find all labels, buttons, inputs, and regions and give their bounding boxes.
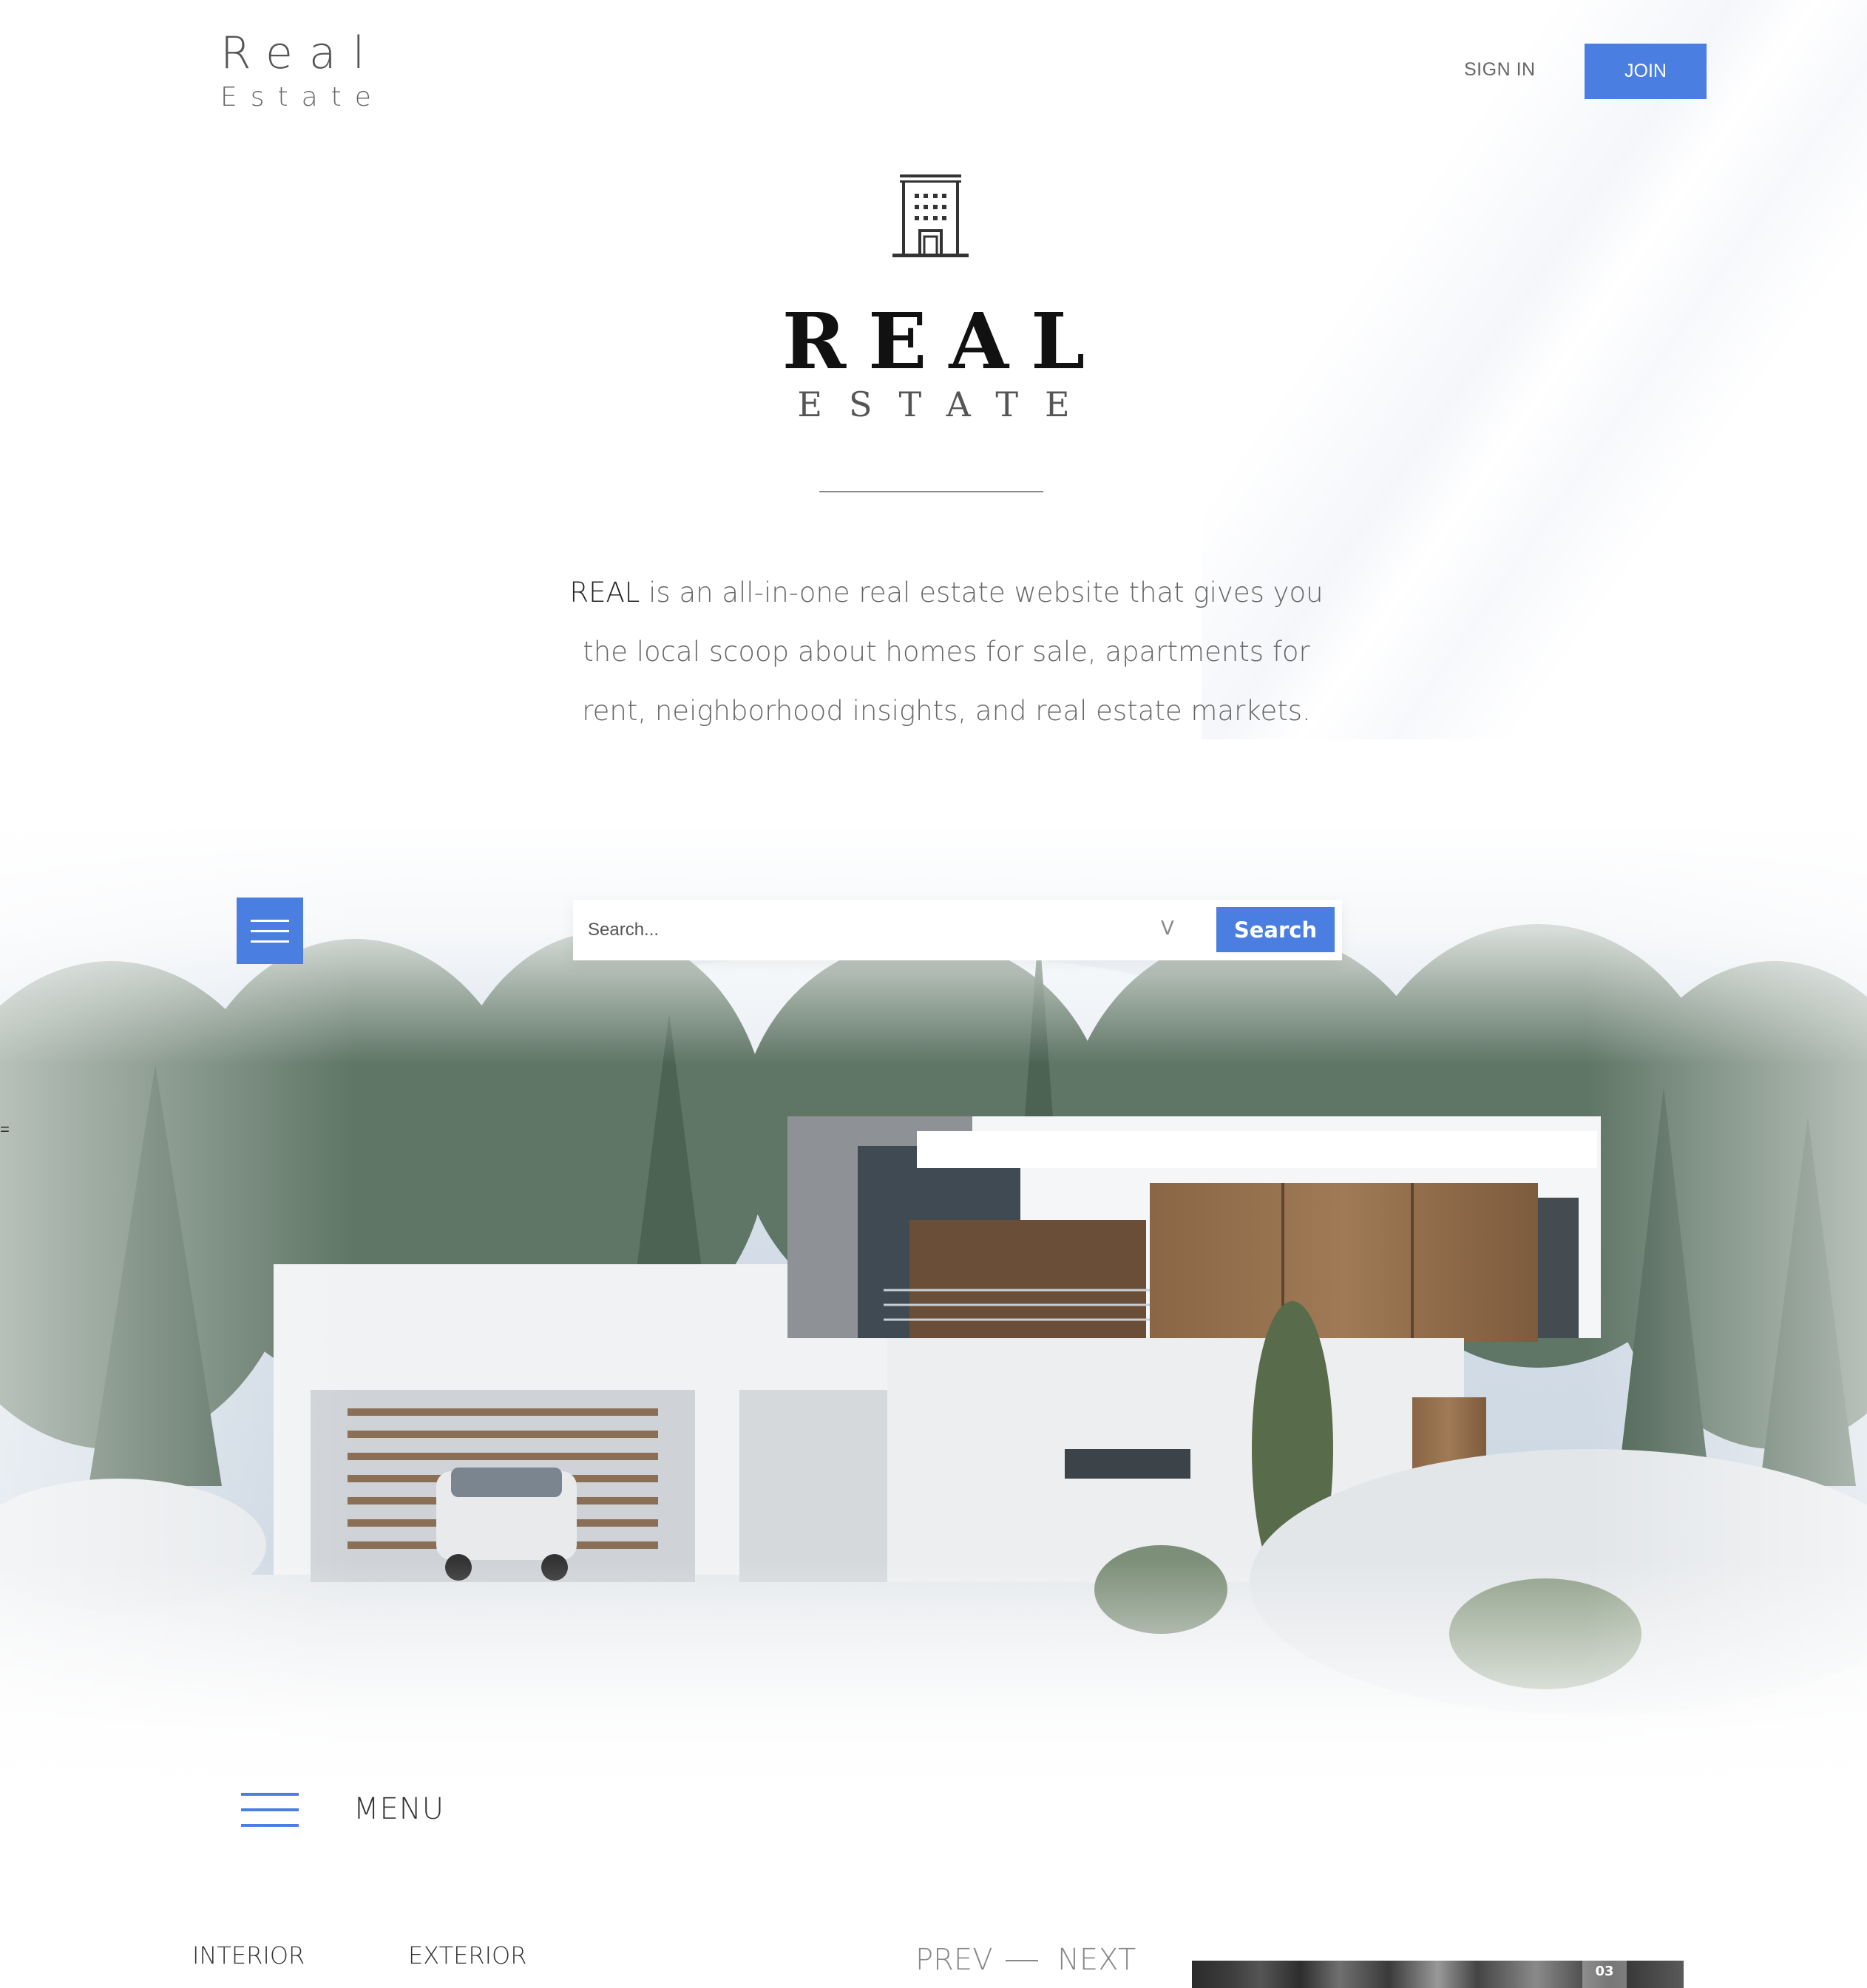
prev-button[interactable]: PREV [915, 1943, 993, 1977]
hamburger-icon-line [251, 919, 289, 922]
hamburger-icon[interactable] [241, 1793, 299, 1827]
tab-exterior[interactable]: EXTERIOR [408, 1941, 526, 1970]
pager-divider [1006, 1960, 1038, 1961]
brand-line-real: Real [220, 27, 382, 79]
brand-logo[interactable]: Real Estate [220, 30, 383, 114]
hero-logo-subtitle: ESTATE [797, 384, 1097, 424]
logo-divider [819, 491, 1043, 492]
hero-fade-bottom [0, 1560, 1867, 1797]
tagline-text: is an all-in-one real estate website tha… [582, 577, 1324, 727]
thumbnail-number-badge: 03 [1582, 1961, 1627, 1988]
hero-tagline: REAL is an all-in-one real estate websit… [547, 563, 1346, 741]
hamburger-icon-line [241, 1808, 299, 1811]
building-icon [892, 174, 969, 257]
sign-in-link[interactable]: SIGN IN [1464, 59, 1536, 81]
tagline-emphasis: REAL [569, 577, 640, 608]
chevron-down-icon[interactable]: V [1161, 917, 1174, 940]
search-button[interactable]: Search [1216, 907, 1335, 952]
search-input[interactable] [573, 900, 1150, 960]
hero-menu-button[interactable] [237, 898, 303, 964]
side-marker: = [0, 1120, 10, 1139]
hamburger-icon-line [241, 1824, 299, 1827]
join-button[interactable]: JOIN [1585, 44, 1707, 99]
brand-line-estate: Estate [220, 82, 384, 112]
menu-label[interactable]: MENU [353, 1792, 444, 1826]
hamburger-icon-line [251, 929, 289, 932]
hero-house-image [0, 821, 1867, 1797]
hamburger-icon-line [241, 1793, 299, 1796]
hero-logo-title: REAL [782, 296, 1108, 387]
hamburger-icon-line [251, 940, 289, 943]
next-button[interactable]: NEXT [1057, 1943, 1136, 1977]
tab-interior[interactable]: INTERIOR [192, 1941, 305, 1970]
